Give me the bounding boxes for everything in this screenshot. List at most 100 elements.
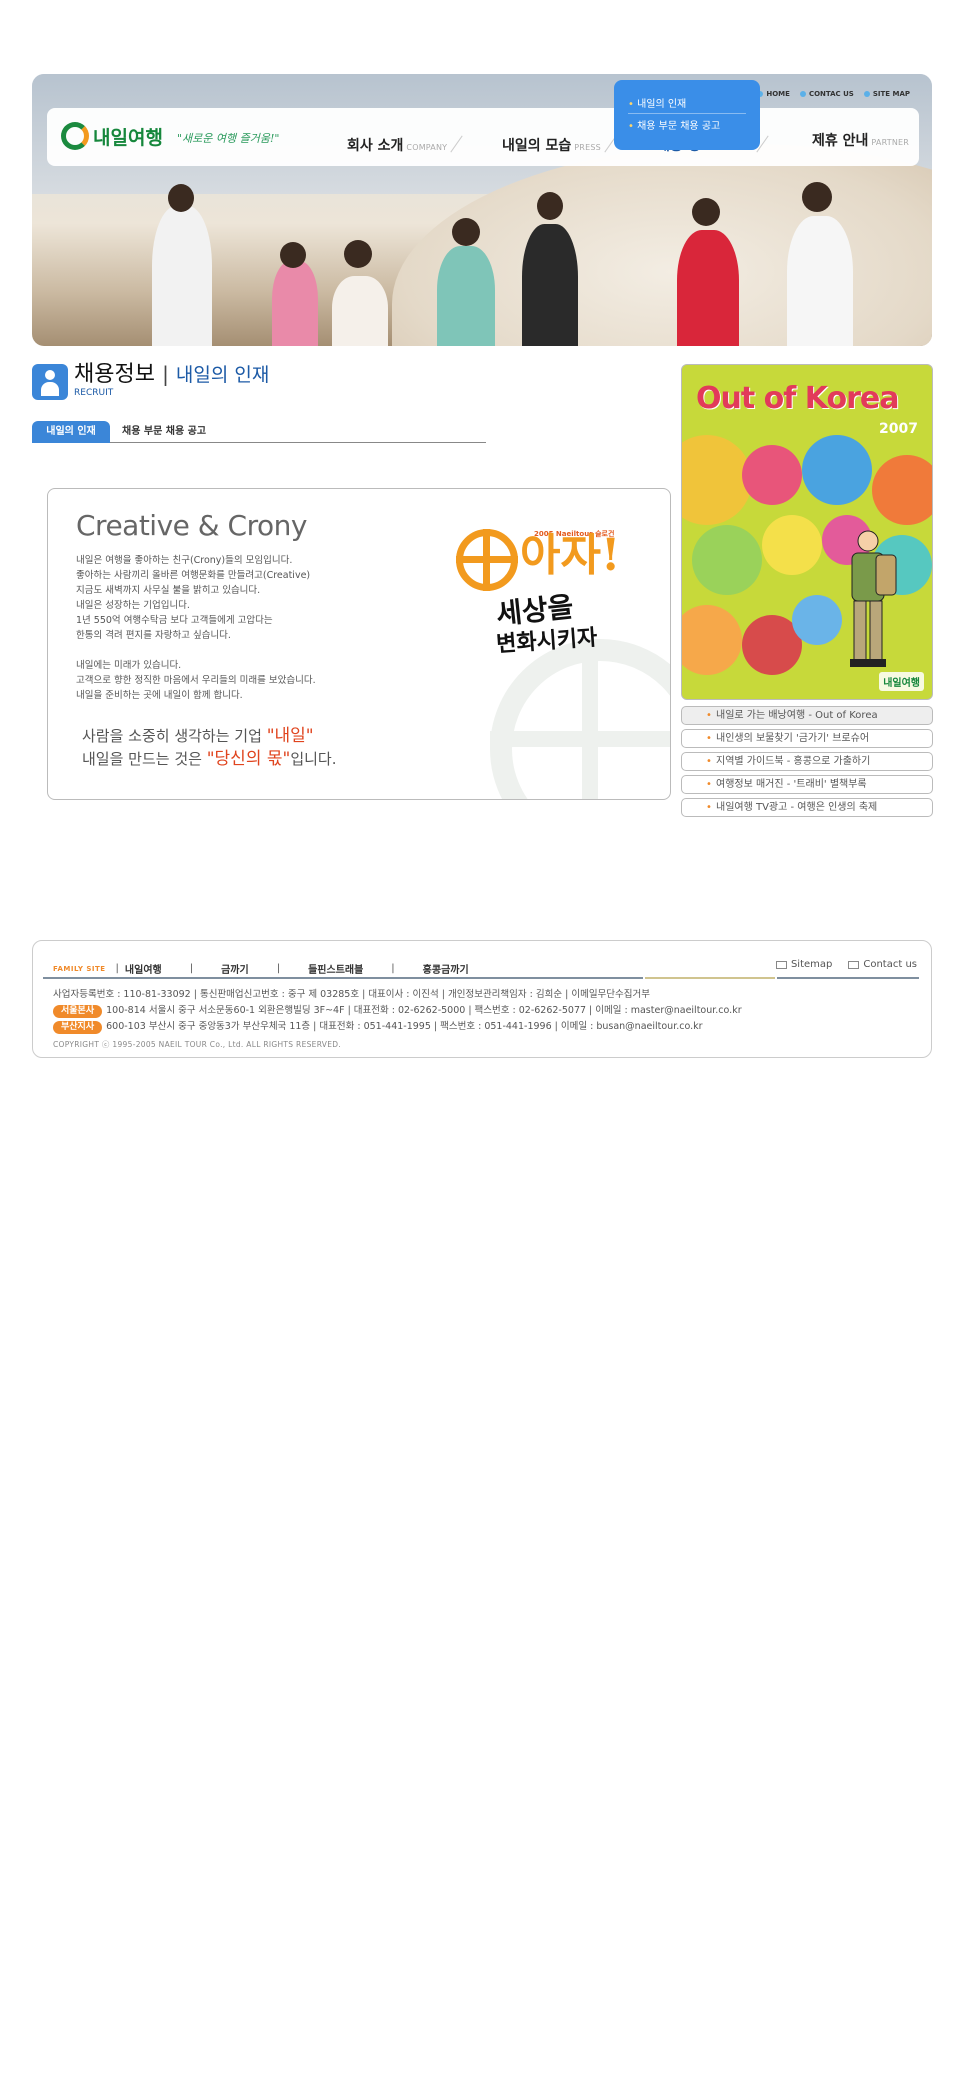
side-links: 내일로 가는 배낭여행 - Out of Korea 내인생의 보물찾기 '금가… bbox=[681, 706, 933, 821]
side-link-guidebook[interactable]: 지역별 가이드북 - 홍콩으로 가출하기 bbox=[681, 752, 933, 771]
poster-circle bbox=[682, 435, 752, 525]
poster-circle bbox=[872, 455, 932, 525]
submenu-job-posting[interactable]: 채용 부문 채용 공고 bbox=[628, 114, 746, 135]
busan-office-row: 부산지사 600-103 부산시 중구 중앙동3가 부산우체국 11층 | 대표전… bbox=[53, 1019, 742, 1035]
card-text-line: 내일은 성장하는 기업입니다. bbox=[76, 600, 190, 611]
page-title-text: 채용정보 | 내일의 인재 RECRUIT bbox=[74, 364, 269, 398]
card-text-line: 좋아하는 사람끼리 올바른 여행문화를 만들려고(Creative) bbox=[76, 570, 311, 581]
banner-person-head bbox=[537, 192, 563, 220]
side-link-magazine[interactable]: 여행정보 매거진 - '트래비' 별책부록 bbox=[681, 775, 933, 794]
tab-talent[interactable]: 내일의 인재 bbox=[32, 421, 110, 443]
seoul-office-info: 100-814 서울시 중구 서소문동60-1 외환은행빌딩 3F~4F | 대… bbox=[106, 1005, 742, 1016]
banner-person-head bbox=[280, 242, 306, 268]
tab-job-posting[interactable]: 채용 부문 채용 공고 bbox=[112, 421, 216, 443]
header-banner: HOME CONTAC US SITE MAP 내일여행 "새로운 여행 즐거움… bbox=[32, 74, 932, 346]
family-site-geumkkagi[interactable]: 금까기 bbox=[221, 961, 249, 976]
quote-highlight: "내일" bbox=[266, 726, 314, 746]
side-link-tv-ad[interactable]: 내일여행 TV광고 - 여행은 인생의 축제 bbox=[681, 798, 933, 817]
company-info: 사업자등록번호 : 110-81-33092 | 통신판매업신고번호 : 중구 … bbox=[53, 987, 742, 1053]
banner-person bbox=[787, 216, 853, 346]
side-link-brochure[interactable]: 내인생의 보물찾기 '금가기' 브로슈어 bbox=[681, 729, 933, 748]
logo-mark-icon bbox=[61, 122, 89, 150]
family-site-dolphin[interactable]: 들핀스트래블 bbox=[308, 961, 363, 976]
family-divider: | bbox=[276, 963, 281, 974]
menu-company[interactable]: 회사 소개 COMPANY bbox=[347, 130, 502, 155]
footer-rule bbox=[43, 977, 643, 979]
poster-logo: 내일여행 bbox=[879, 672, 924, 691]
family-site-hongkong[interactable]: 홍콩금까기 bbox=[423, 961, 469, 976]
menu-press-en: PRESS bbox=[574, 143, 601, 152]
busan-office-badge: 부산지사 bbox=[53, 1021, 103, 1034]
busan-office-info: 600-103 부산시 중구 중앙동3가 부산우체국 11층 | 대표전화 : … bbox=[106, 1021, 703, 1032]
slogan-line-2: 변화시키자 bbox=[495, 624, 599, 658]
site-footer: FAMILY SITE | 내일여행 | 금까기 | 들핀스트래블 | 홍콩금까… bbox=[32, 940, 932, 1058]
page-title-recruit: RECRUIT bbox=[74, 388, 114, 398]
banner-person bbox=[677, 230, 739, 346]
contact-us-link[interactable]: CONTAC US bbox=[799, 90, 854, 98]
seoul-office-badge: 서울본사 bbox=[53, 1005, 103, 1018]
site-map-link[interactable]: SITE MAP bbox=[863, 90, 910, 98]
quote-line-1: 사람을 소중히 생각하는 기업 "내일" bbox=[82, 725, 337, 748]
card-text-line: 1년 550억 여행수탁금 보다 고객들에게 고압다는 bbox=[76, 615, 273, 626]
poster-circle bbox=[742, 445, 802, 505]
header-slogan: "새로운 여행 즐거움!" bbox=[177, 132, 280, 145]
menu-company-en: COMPANY bbox=[406, 143, 448, 152]
submenu-talent[interactable]: 내일의 인재 bbox=[628, 92, 746, 114]
contact-link[interactable]: Contact us bbox=[848, 959, 917, 970]
slogan-artwork: 아자! 세상을 변화시키자 bbox=[456, 513, 656, 663]
family-sites: FAMILY SITE | 내일여행 | 금까기 | 들핀스트래블 | 홍콩금까… bbox=[53, 961, 469, 976]
menu-divider bbox=[450, 135, 463, 153]
slogan-big: 아자! bbox=[520, 530, 621, 581]
main-navbar: 내일여행 "새로운 여행 즐거움!" 회사 소개 COMPANY 내일의 모습 … bbox=[47, 108, 919, 166]
card-text-line: 내일은 여행을 좋아하는 친구(Crony)들의 모임입니다. bbox=[76, 555, 293, 566]
banner-person-head bbox=[692, 198, 720, 226]
banner-person bbox=[332, 276, 388, 346]
card-text-line: 지금도 새벽까지 사무실 불을 밝히고 있습니다. bbox=[76, 585, 261, 596]
top-utility-links: HOME CONTAC US SITE MAP bbox=[757, 90, 910, 98]
page-title-separator: | bbox=[162, 362, 169, 386]
seoul-office-row: 서울본사 100-814 서울시 중구 서소문동60-1 외환은행빌딩 3F~4F… bbox=[53, 1003, 742, 1019]
banner-person-head bbox=[452, 218, 480, 246]
bullet-icon bbox=[863, 91, 870, 97]
poster-year: 2007 bbox=[879, 421, 918, 437]
card-text-line: 고객으로 향한 정직한 마음에서 우리들의 미래를 보았습니다. bbox=[76, 675, 316, 686]
out-of-korea-poster[interactable]: Out of Korea 2007 내일여행 bbox=[681, 364, 933, 700]
sitemap-icon bbox=[775, 960, 787, 969]
footer-utility-links: Sitemap Contact us bbox=[775, 959, 917, 970]
sitemap-label: Sitemap bbox=[790, 959, 833, 970]
family-site-naeil[interactable]: 내일여행 bbox=[125, 961, 162, 976]
site-map-link-label: SITE MAP bbox=[872, 90, 910, 98]
poster-circle bbox=[682, 605, 742, 675]
family-divider: | bbox=[115, 963, 119, 974]
home-link[interactable]: HOME bbox=[757, 90, 790, 98]
card-quote: 사람을 소중히 생각하는 기업 "내일" 내일을 만드는 것은 "당신의 몫"입… bbox=[82, 725, 337, 771]
menu-company-label: 회사 소개 bbox=[347, 138, 404, 154]
globe-icon bbox=[456, 529, 518, 591]
banner-person-head bbox=[802, 182, 832, 212]
sitemap-link[interactable]: Sitemap bbox=[775, 959, 833, 970]
quote-line-2: 내일을 만드는 것은 "당신의 몫"입니다. bbox=[82, 748, 337, 771]
menu-press-label: 내일의 모습 bbox=[502, 138, 572, 154]
card-body: 내일은 여행을 좋아하는 친구(Crony)들의 모임입니다. 좋아하는 사람끼… bbox=[76, 553, 376, 703]
backpacker-illustration-icon bbox=[850, 530, 897, 667]
family-divider: | bbox=[189, 963, 194, 974]
footer-rule bbox=[645, 977, 775, 979]
menu-partner[interactable]: 제휴 안내 PARTNER bbox=[812, 130, 932, 155]
quote-text: 입니다. bbox=[290, 750, 337, 768]
logo-text: 내일여행 bbox=[93, 126, 163, 149]
card-text-line: 한통의 격려 편지를 자랑하고 싶습니다. bbox=[76, 630, 231, 641]
business-info: 사업자등록번호 : 110-81-33092 | 통신판매업신고번호 : 중구 … bbox=[53, 989, 651, 1000]
quote-text: 사람을 소중히 생각하는 기업 bbox=[82, 727, 267, 745]
banner-person bbox=[437, 246, 495, 346]
side-link-backpacking[interactable]: 내일로 가는 배낭여행 - Out of Korea bbox=[681, 706, 933, 725]
banner-person bbox=[152, 206, 212, 346]
site-logo[interactable]: 내일여행 bbox=[61, 122, 163, 150]
poster-circle bbox=[802, 435, 872, 505]
family-site-label: FAMILY SITE bbox=[53, 964, 106, 973]
contact-us-link-label: CONTAC US bbox=[808, 90, 854, 98]
banner-person-head bbox=[344, 240, 372, 268]
quote-text: 내일을 만드는 것은 bbox=[82, 750, 207, 768]
content-tabs: 내일의 인재 채용 부문 채용 공고 bbox=[32, 421, 486, 443]
quote-highlight: "당신의 몫" bbox=[206, 749, 291, 769]
